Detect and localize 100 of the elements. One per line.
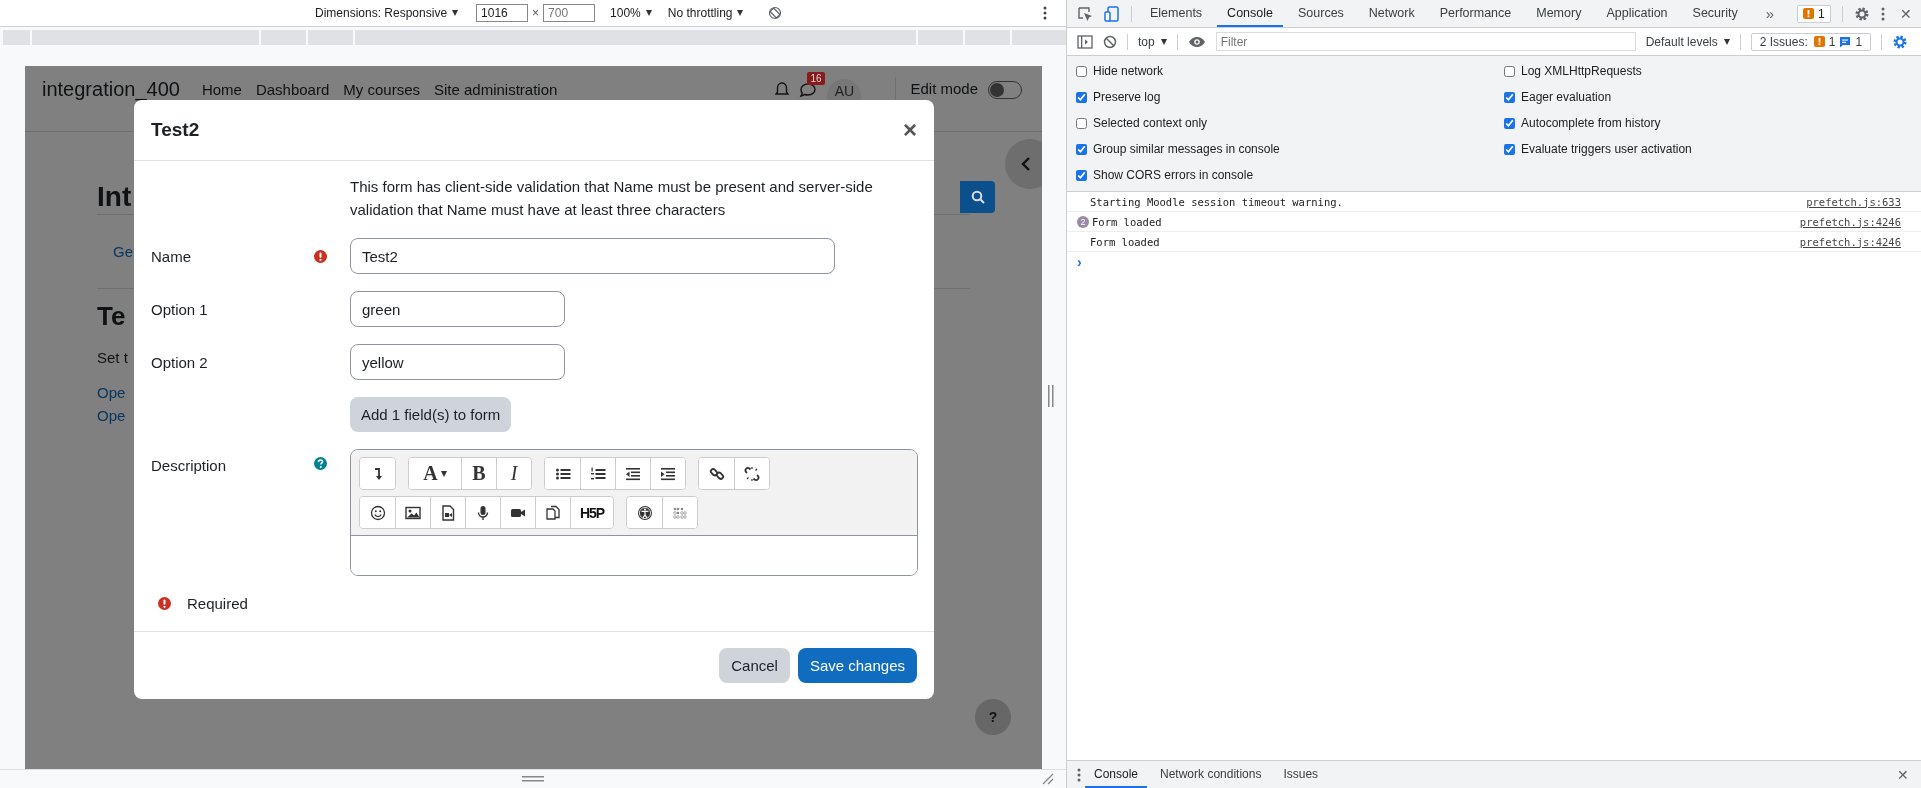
rotate-icon[interactable] — [768, 6, 783, 20]
collapse-button[interactable] — [360, 458, 395, 489]
zoom-dropdown[interactable]: 100% — [610, 6, 652, 20]
repeat-count-badge: 2 — [1077, 215, 1089, 228]
checkbox-label: Log XMLHttpRequests — [1521, 64, 1642, 78]
devtools-tab[interactable]: Memory — [1526, 0, 1592, 27]
save-button[interactable]: Save changes — [797, 648, 917, 683]
name-field[interactable]: Test2 — [350, 238, 835, 274]
throttling-dropdown[interactable]: No throttling — [667, 6, 744, 20]
source-link[interactable]: prefetch.js:4246 — [1799, 215, 1901, 228]
eye-icon[interactable] — [1187, 35, 1206, 48]
checkbox-label: Eager evaluation — [1521, 90, 1612, 104]
site-name[interactable]: integration_400 — [42, 76, 180, 102]
more-options-icon[interactable] — [1077, 767, 1081, 782]
bell-icon[interactable] — [775, 82, 790, 98]
more-tabs-button[interactable]: » — [1765, 5, 1775, 22]
required-icon — [158, 596, 171, 610]
drawer-tab[interactable]: Issues — [1274, 761, 1328, 788]
indent-button[interactable] — [650, 458, 685, 489]
mic-icon — [475, 504, 491, 521]
source-link[interactable]: prefetch.js:4246 — [1799, 235, 1901, 248]
checkbox[interactable] — [1076, 143, 1087, 155]
inspect-icon[interactable] — [1077, 5, 1093, 22]
resize-corner-icon[interactable] — [1042, 773, 1054, 785]
checkbox-label: Hide network — [1093, 64, 1164, 78]
outdent-icon — [625, 465, 641, 482]
info-count: 1 — [1855, 34, 1863, 49]
devtools-tab[interactable]: Elements — [1140, 0, 1213, 27]
close-button[interactable]: × — [903, 118, 917, 142]
checkbox[interactable] — [1076, 169, 1087, 181]
devtools-tab[interactable]: Application — [1596, 0, 1678, 27]
nav-link[interactable]: Dashboard — [255, 78, 330, 102]
devtools-tab[interactable]: Sources — [1288, 0, 1354, 27]
close-button[interactable]: ✕ — [1897, 766, 1909, 783]
checkbox-label: Show CORS errors in console — [1093, 168, 1254, 182]
unlink-button[interactable] — [734, 458, 769, 489]
checkbox-label: Autocomplete from history — [1521, 116, 1661, 130]
dimensions-dropdown[interactable]: Dimensions: Responsive — [315, 6, 459, 20]
checkbox[interactable] — [1504, 91, 1515, 103]
sidebar-icon[interactable] — [1077, 34, 1093, 49]
unlink-icon — [744, 465, 760, 482]
checkbox[interactable] — [1076, 117, 1087, 129]
required-note: Required — [187, 594, 248, 612]
console-message: Starting Moodle session timeout warning. — [1089, 195, 1343, 208]
context-dropdown[interactable]: top — [1138, 34, 1167, 49]
checkbox[interactable] — [1504, 117, 1515, 129]
settings-icon[interactable] — [1853, 5, 1870, 22]
checkbox[interactable] — [1076, 65, 1087, 77]
h5p-button[interactable]: H5P — [570, 497, 613, 528]
resize-handle-icon[interactable] — [522, 776, 544, 782]
italic-button[interactable]: I — [496, 458, 531, 489]
help-icon[interactable] — [314, 457, 327, 470]
height-field[interactable]: 700 — [543, 4, 596, 22]
edit-mode-label: Edit mode — [910, 79, 978, 99]
media-icon — [440, 504, 456, 521]
caret-icon — [737, 10, 744, 16]
image-icon — [405, 504, 421, 521]
emoji-icon — [369, 504, 386, 521]
drawer-toggle-button[interactable] — [1005, 139, 1042, 189]
drawer-tab[interactable]: Console — [1085, 761, 1148, 788]
notification-badge: 16 — [807, 72, 825, 85]
search-button[interactable] — [960, 181, 995, 213]
settings-icon[interactable] — [1892, 33, 1909, 50]
cancel-button[interactable]: Cancel — [719, 648, 790, 683]
clear-icon[interactable] — [1103, 34, 1117, 49]
nav-link[interactable]: Site administration — [434, 78, 558, 102]
width-field[interactable]: 1016 — [476, 4, 529, 22]
drawer-tab[interactable]: Network conditions — [1151, 761, 1271, 788]
checkbox-label: Evaluate triggers user activation — [1521, 142, 1692, 156]
field-label: Option 1 — [151, 300, 208, 318]
warnings-badge[interactable]: 1 — [1797, 4, 1831, 23]
devtools-tab[interactable]: Performance — [1429, 0, 1522, 27]
levels-dropdown[interactable]: Default levels — [1645, 34, 1730, 49]
section-heading: Te — [97, 301, 126, 331]
source-link[interactable]: prefetch.js:633 — [1806, 195, 1901, 208]
more-options-icon[interactable] — [1880, 6, 1885, 21]
close-button[interactable]: ✕ — [1899, 5, 1912, 22]
checkbox[interactable] — [1504, 65, 1515, 77]
chat-icon[interactable] — [799, 82, 818, 98]
filter-field[interactable]: Filter — [1215, 32, 1636, 51]
issues-button[interactable]: 2 Issues: 1 1 — [1750, 32, 1872, 51]
devtools-tab[interactable]: Network — [1358, 0, 1425, 27]
device-toggle-icon[interactable] — [1104, 5, 1120, 22]
devtools-tab[interactable]: Security — [1682, 0, 1748, 27]
checkbox[interactable] — [1504, 143, 1515, 155]
console-prompt[interactable]: › — [1077, 254, 1082, 270]
checkbox[interactable] — [1076, 91, 1087, 103]
resize-handle-icon[interactable] — [1048, 385, 1054, 407]
field-label: Name — [151, 247, 191, 265]
option-field[interactable]: yellow — [350, 344, 565, 380]
checkbox-label: Selected context only — [1093, 116, 1208, 130]
search-icon — [970, 190, 985, 204]
caret-icon — [645, 10, 652, 16]
nav-link[interactable]: My courses — [343, 78, 420, 102]
link-icon — [708, 465, 725, 482]
more-options-icon[interactable] — [1043, 6, 1047, 20]
option-field[interactable]: green — [350, 291, 565, 327]
nav-link[interactable]: Home — [201, 78, 242, 102]
add-fields-button[interactable]: Add 1 field(s) to form — [350, 397, 512, 432]
times-sign: × — [532, 6, 540, 20]
